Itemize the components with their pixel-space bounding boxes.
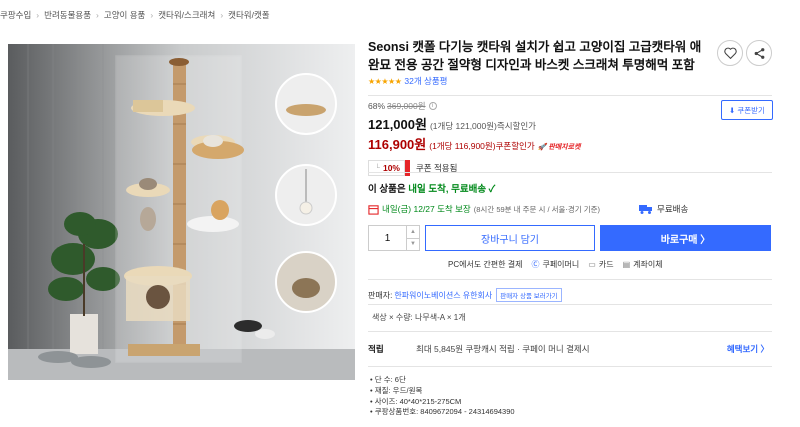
chevron-down-icon[interactable]: ▼ bbox=[407, 237, 419, 251]
breadcrumb: 쿠팡수입 › 반려동물용품 › 고양이 용품 › 캣타워/스크래쳐 › 캣타워/… bbox=[0, 0, 800, 30]
share-button[interactable] bbox=[746, 40, 772, 66]
coupon-chip: └ 10% 쿠폰 적용됨 bbox=[368, 160, 773, 176]
get-coupon-label: 쿠폰받기 bbox=[737, 105, 765, 115]
quantity-input[interactable]: 1 bbox=[369, 226, 406, 250]
coupon-tag: └ 10% bbox=[368, 160, 405, 176]
delivery-headline: 이 상품은 내일 도착, 무료배송 ✓ bbox=[368, 181, 495, 195]
delivery-headline-prefix: 이 상품은 bbox=[368, 184, 406, 195]
sale-label: 즉시할인가 bbox=[496, 121, 536, 131]
quantity-stepper: 1 ▲ ▼ bbox=[368, 225, 420, 251]
reward-text: 최대 5,845원 쿠팡캐시 적립 · 쿠페이 머니 결제시 bbox=[416, 344, 590, 354]
chevron-up-icon[interactable]: ▲ bbox=[407, 226, 419, 238]
seller-name-link[interactable]: 한파워이노베이션스 유한회사 bbox=[394, 290, 492, 301]
spec-list: 단 수: 6단 재질: 우드/원목 사이즈: 40*40*215-275CM 쿠… bbox=[370, 375, 515, 418]
coupon-price: 116,900원 bbox=[368, 137, 427, 152]
reward-label: 적립 bbox=[368, 344, 384, 354]
sale-price-line: 121,000원 (1개당 121,000원) 즉시할인가 bbox=[368, 114, 773, 133]
payment-option-label: 쿠페이머니 bbox=[542, 260, 580, 269]
delivery-date: 내일(금) 12/27 도착 보장 bbox=[382, 204, 471, 214]
coupon-label: 쿠폰할인가 bbox=[495, 141, 535, 151]
seller-rocket-label: 판매자로켓 bbox=[548, 144, 581, 151]
rating: ★★★★★ 32개 상품평 bbox=[368, 75, 773, 87]
sale-unit-price: (1개당 121,000원) bbox=[429, 121, 497, 131]
seller-products-button[interactable]: 판매자 상품 보러가기 bbox=[496, 288, 562, 302]
review-count-link[interactable]: 32개 상품평 bbox=[404, 75, 447, 87]
discount-rate: 68% bbox=[368, 101, 386, 111]
payment-option-card: ▭ 카드 bbox=[588, 259, 613, 270]
divider bbox=[368, 95, 772, 96]
breadcrumb-item[interactable]: 고양이 용품 bbox=[104, 9, 145, 21]
coupon-price-line: 116,900원 (1개당 116,900원) 쿠폰할인가 🚀 판매자로켓 bbox=[368, 134, 773, 153]
delivery-line: 내일(금) 12/27 도착 보장 (8시간 59분 내 주문 시 / 서울⋅경… bbox=[368, 203, 773, 215]
chevron-right-icon: › bbox=[220, 10, 224, 20]
delivery-note: (8시간 59분 내 주문 시 / 서울⋅경기 기준) bbox=[473, 204, 601, 214]
divider bbox=[368, 172, 772, 173]
wishlist-button[interactable] bbox=[717, 40, 743, 66]
buy-now-button[interactable]: 바로구매 〉 bbox=[600, 225, 771, 251]
truck-icon bbox=[639, 205, 652, 214]
share-icon bbox=[754, 47, 764, 59]
payment-methods: PC에서도 간편한 결제 Ⓒ 쿠페이머니 ▭ 카드 ▤ 계좌이체 bbox=[448, 259, 663, 270]
payment-option-coupay: Ⓒ 쿠페이머니 bbox=[531, 259, 579, 270]
quantity-arrows: ▲ ▼ bbox=[406, 226, 419, 250]
product-title: Seonsi 캣폴 다기능 캣타워 설치가 쉽고 고양이집 고급캣타워 애완묘 … bbox=[368, 40, 702, 72]
product-image[interactable] bbox=[8, 44, 355, 380]
cat-tower-illustration bbox=[8, 44, 355, 380]
original-price: 369,000원 bbox=[387, 101, 426, 111]
selected-option: 색상 × 수량: 나무색-A × 1개 bbox=[372, 313, 466, 322]
free-shipping: 무료배송 bbox=[639, 203, 688, 215]
divider bbox=[368, 331, 772, 332]
chevron-right-icon: › bbox=[96, 10, 99, 20]
breadcrumb-item[interactable]: 캣타워/스크래쳐 bbox=[158, 9, 215, 21]
scissors-icon: └ bbox=[375, 164, 380, 172]
divider bbox=[368, 304, 772, 305]
bank-icon: ▤ bbox=[622, 260, 631, 269]
coupon-unit-price: (1개당 116,900원) bbox=[429, 141, 496, 151]
breadcrumb-item[interactable]: 반려동물용품 bbox=[44, 9, 91, 21]
add-to-cart-button[interactable]: 장바구니 담기 bbox=[425, 225, 595, 251]
sale-price: 121,000원 bbox=[368, 117, 427, 132]
breadcrumb-item[interactable]: 쿠팡수입 bbox=[0, 9, 31, 21]
seller-label: 판매자: bbox=[368, 290, 393, 300]
delivery-headline-green: 내일 도착, 무료배송 bbox=[408, 184, 487, 195]
chevron-right-icon: › bbox=[36, 10, 40, 20]
breadcrumb-item[interactable]: 캣타워/캣폴 bbox=[228, 9, 269, 21]
info-icon[interactable]: i bbox=[428, 102, 437, 110]
view-benefits-link[interactable]: 혜택보기 〉 bbox=[727, 343, 769, 355]
chevron-right-icon: › bbox=[150, 10, 154, 20]
spec-item: 사이즈: 40*40*215-275CM bbox=[370, 397, 515, 408]
spec-item: 재질: 우드/원목 bbox=[370, 386, 515, 397]
discount-line: 68% 369,000원 i bbox=[368, 100, 773, 112]
seller-rocket-badge: 🚀 판매자로켓 bbox=[537, 144, 581, 151]
payment-label: PC에서도 간편한 결제 bbox=[448, 260, 523, 269]
payment-option-transfer: ▤ 계좌이체 bbox=[623, 259, 663, 270]
coupay-icon: Ⓒ bbox=[531, 260, 540, 269]
calendar-icon bbox=[368, 204, 379, 215]
check-icon: ✓ bbox=[488, 184, 496, 195]
coupon-stripe bbox=[404, 160, 410, 176]
reward-line: 적립 최대 5,845원 쿠팡캐시 적립 · 쿠페이 머니 결제시 혜택보기 〉 bbox=[368, 336, 773, 362]
payment-option-label: 계좌이체 bbox=[633, 260, 663, 269]
divider bbox=[368, 366, 772, 367]
get-coupon-button[interactable]: ⬇ 쿠폰받기 bbox=[721, 100, 773, 120]
spec-item: 쿠팡상품번호: 8409672094 - 24314694390 bbox=[370, 407, 515, 418]
seller-line: 판매자: 한파워이노베이션스 유한회사 판매자 상품 보러가기 bbox=[368, 288, 562, 302]
payment-option-label: 카드 bbox=[598, 260, 614, 269]
download-icon: ⬇ bbox=[729, 105, 736, 115]
card-icon: ▭ bbox=[588, 260, 596, 269]
free-shipping-label: 무료배송 bbox=[657, 204, 689, 214]
rating-stars: ★★★★★ bbox=[368, 76, 402, 86]
heart-icon bbox=[723, 47, 737, 59]
price-block: 68% 369,000원 i 121,000원 (1개당 121,000원) 즉… bbox=[368, 100, 773, 176]
divider bbox=[368, 279, 772, 280]
spec-item: 단 수: 6단 bbox=[370, 375, 515, 386]
